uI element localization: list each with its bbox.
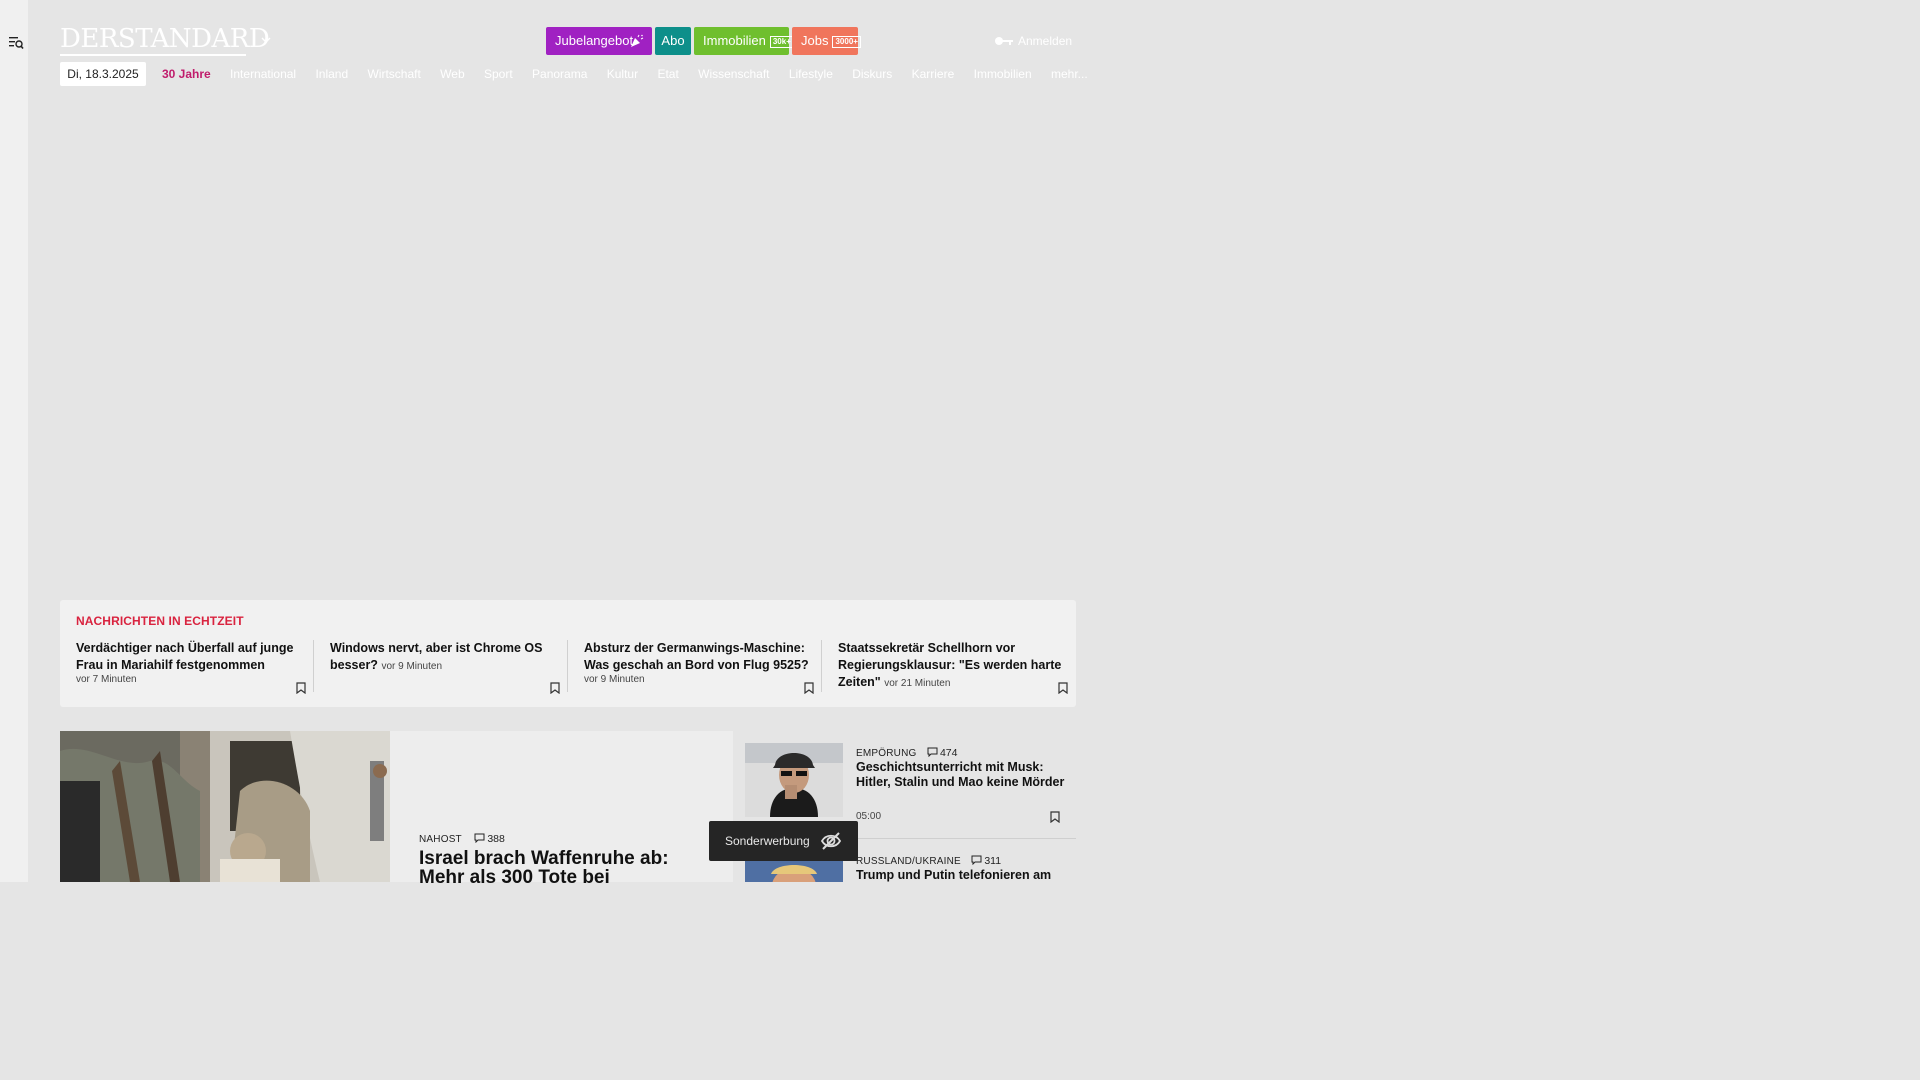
nav-item-sport[interactable]: Sport bbox=[484, 67, 513, 81]
main-nav: 30 Jahre International Inland Wirtschaft… bbox=[162, 62, 1104, 86]
live-news-box: NACHRICHTEN IN ECHTZEIT Verdächtiger nac… bbox=[60, 600, 1076, 707]
portrait-photo bbox=[745, 860, 843, 882]
comment-count-value: 388 bbox=[487, 833, 505, 845]
login-label: Anmelden bbox=[1018, 34, 1073, 48]
lead-story-kicker: NAHOST bbox=[419, 834, 462, 845]
live-news-item[interactable]: Verdächtiger nach Überfall auf junge Fra… bbox=[76, 640, 306, 696]
side-story-meta: EMPÖRUNG 474 bbox=[856, 743, 957, 761]
live-news-item[interactable]: Staatssekretär Schellhorn vor Regierungs… bbox=[838, 640, 1068, 696]
side-story-time: 05:00 bbox=[856, 811, 882, 822]
logo-underline bbox=[60, 54, 246, 56]
key-icon bbox=[995, 37, 1013, 45]
comment-count[interactable]: 388 bbox=[474, 833, 505, 845]
sonderwerbung-text: Sonderwerbung bbox=[725, 834, 810, 848]
jobs-button[interactable]: Jobs 3000+ bbox=[792, 27, 861, 55]
left-rail bbox=[0, 0, 28, 882]
chevron-down-icon[interactable] bbox=[260, 34, 272, 46]
live-news-title[interactable]: Absturz der Germanwings-Maschine: Was ge… bbox=[584, 640, 814, 674]
rubble-photo bbox=[60, 731, 390, 882]
nav-item-lifestyle[interactable]: Lifestyle bbox=[789, 67, 833, 81]
nav-item-etat[interactable]: Etat bbox=[657, 67, 678, 81]
side-story-photo[interactable] bbox=[745, 743, 843, 817]
live-news-title[interactable]: Staatssekretär Schellhorn vor Regierungs… bbox=[838, 640, 1068, 692]
lead-story-headline[interactable]: Israel brach Waffenruhe ab: Mehr als 300… bbox=[419, 849, 709, 887]
live-news-time: vor 21 Minuten bbox=[884, 678, 951, 689]
abo-button[interactable]: Abo bbox=[655, 27, 691, 55]
comment-count[interactable]: 474 bbox=[927, 747, 958, 759]
divider bbox=[821, 640, 822, 692]
sonderwerbung-label[interactable]: Sonderwerbung bbox=[709, 821, 858, 861]
lead-story[interactable]: NAHOST 388 Israel brach Waffenruhe ab: M… bbox=[60, 731, 733, 887]
live-news-heading: NACHRICHTEN IN ECHTZEIT bbox=[76, 614, 244, 628]
live-news-item[interactable]: Absturz der Germanwings-Maschine: Was ge… bbox=[584, 640, 814, 696]
comment-count-value: 474 bbox=[939, 747, 958, 759]
abo-label: Abo bbox=[661, 33, 685, 48]
comment-count-value: 311 bbox=[984, 855, 1002, 867]
side-story-kicker: EMPÖRUNG bbox=[856, 748, 917, 759]
nav-item-panorama[interactable]: Panorama bbox=[532, 67, 587, 81]
logo-text: DERSTANDARD bbox=[60, 24, 270, 54]
nav-item-international[interactable]: International bbox=[230, 67, 296, 81]
nav-item-web[interactable]: Web bbox=[440, 67, 464, 81]
nav-item-kultur[interactable]: Kultur bbox=[607, 67, 638, 81]
side-story-headline[interactable]: Trump und Putin telefonieren am bbox=[856, 868, 1066, 882]
nav-item-diskurs[interactable]: Diskurs bbox=[852, 67, 892, 81]
nav-item-immobilien[interactable]: Immobilien bbox=[974, 67, 1032, 81]
portrait-photo bbox=[745, 743, 843, 817]
nav-item-wirtschaft[interactable]: Wirtschaft bbox=[367, 67, 420, 81]
live-news-title[interactable]: Windows nervt, aber ist Chrome OS besser… bbox=[330, 640, 560, 675]
nav-item-30-jahre[interactable]: 30 Jahre bbox=[162, 67, 211, 81]
nav-item-wissenschaft[interactable]: Wissenschaft bbox=[698, 67, 769, 81]
live-news-time: vor 9 Minuten bbox=[381, 661, 443, 672]
jubelangebot-button[interactable]: Jubelangebot bbox=[546, 27, 652, 55]
immobilien-badge: 30k+ bbox=[769, 36, 794, 48]
jobs-badge: 3000+ bbox=[832, 36, 861, 48]
lead-story-photo[interactable] bbox=[60, 731, 390, 882]
comment-icon bbox=[927, 747, 938, 758]
menu-search-icon[interactable] bbox=[8, 34, 24, 50]
comment-icon bbox=[971, 855, 982, 866]
bookmark-icon[interactable] bbox=[804, 682, 814, 694]
nav-item-inland[interactable]: Inland bbox=[315, 67, 348, 81]
bookmark-icon[interactable] bbox=[1058, 682, 1068, 694]
live-news-time: vor 7 Minuten bbox=[76, 674, 137, 685]
login-button[interactable]: Anmelden bbox=[994, 32, 1072, 50]
comment-count[interactable]: 311 bbox=[971, 855, 1001, 867]
site-logo[interactable]: DERSTANDARD bbox=[60, 24, 270, 56]
party-popper-icon bbox=[631, 34, 644, 47]
nav-item-more[interactable]: mehr... bbox=[1051, 67, 1088, 81]
divider bbox=[313, 640, 314, 692]
side-story-headline[interactable]: Geschichtsunterricht mit Musk: Hitler, S… bbox=[856, 760, 1066, 790]
current-date: Di, 18.3.2025 bbox=[60, 62, 146, 86]
bookmark-icon[interactable] bbox=[550, 682, 560, 694]
nav-item-karriere[interactable]: Karriere bbox=[912, 67, 955, 81]
side-story-photo[interactable] bbox=[745, 860, 843, 882]
bookmark-icon[interactable] bbox=[1050, 811, 1060, 823]
divider bbox=[567, 640, 568, 692]
comment-icon bbox=[474, 833, 485, 844]
immobilien-button[interactable]: Immobilien 30k+ bbox=[694, 27, 794, 55]
live-news-time: vor 9 Minuten bbox=[584, 674, 645, 685]
lead-story-meta: NAHOST 388 bbox=[419, 829, 505, 847]
jobs-label: Jobs bbox=[801, 33, 829, 48]
live-news-item[interactable]: Windows nervt, aber ist Chrome OS besser… bbox=[330, 640, 560, 696]
bookmark-icon[interactable] bbox=[296, 682, 306, 694]
side-story-kicker: RUSSLAND/UKRAINE bbox=[856, 856, 961, 867]
immobilien-label: Immobilien bbox=[703, 33, 766, 48]
live-news-title[interactable]: Verdächtiger nach Überfall auf junge Fra… bbox=[76, 640, 306, 674]
jubelangebot-label: Jubelangebot bbox=[555, 33, 634, 48]
eye-off-icon[interactable] bbox=[820, 831, 842, 851]
side-story-meta: RUSSLAND/UKRAINE 311 bbox=[856, 851, 1001, 869]
